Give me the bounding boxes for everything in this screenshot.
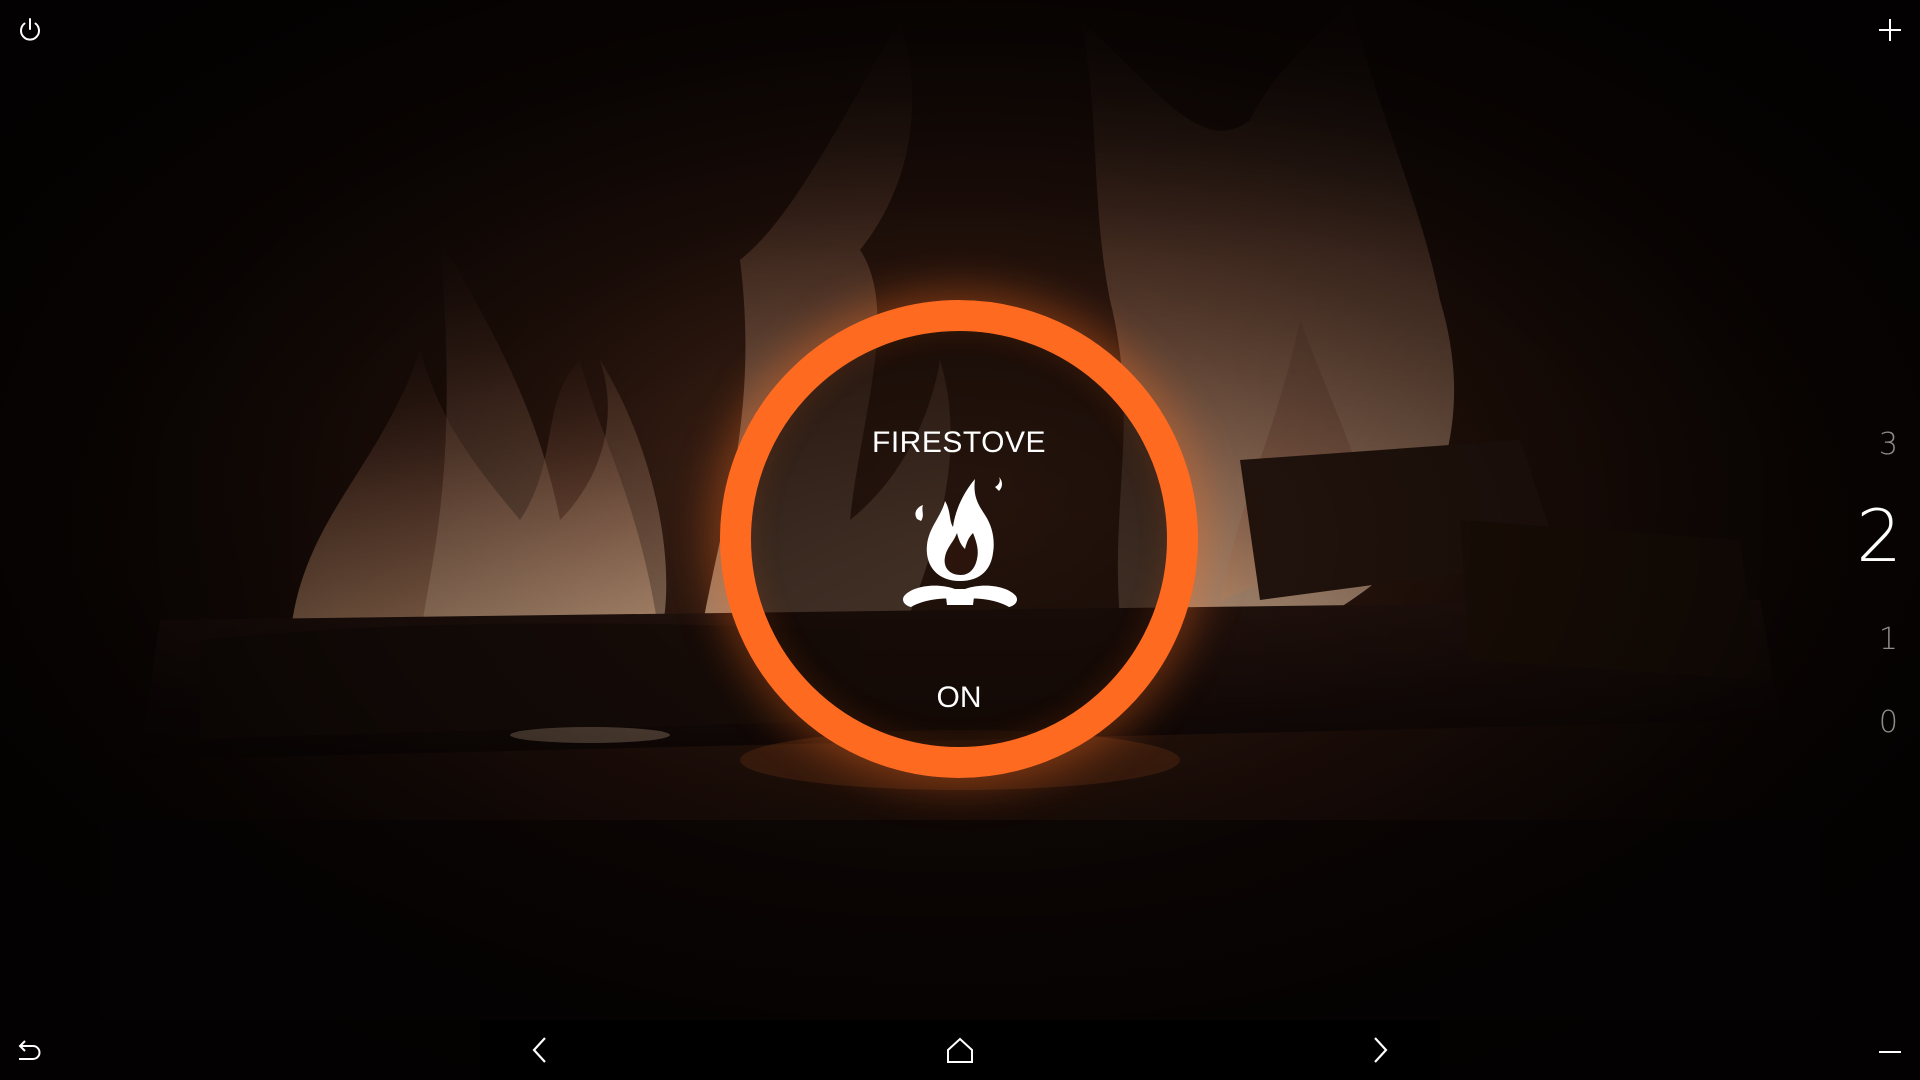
campfire-icon (903, 477, 1017, 607)
back-button[interactable] (0, 1024, 56, 1080)
power-button[interactable] (2, 2, 58, 58)
minus-icon (1879, 1051, 1901, 1053)
previous-button[interactable] (510, 1020, 570, 1080)
firestove-toggle-dial[interactable]: FIRESTOVE ON (720, 300, 1198, 778)
level-option-0[interactable]: 0 (1879, 708, 1898, 738)
device-title: FIRESTOVE (872, 426, 1046, 459)
home-button[interactable] (930, 1020, 990, 1080)
undo-arrow-icon (18, 1040, 41, 1060)
chevron-left-icon (532, 1037, 546, 1063)
bottom-navigation-bar (480, 1020, 1440, 1080)
power-icon (20, 18, 40, 41)
level-selector: 3 2 1 0 (1800, 400, 1920, 760)
level-option-2-selected[interactable]: 2 (1856, 500, 1902, 572)
device-state: ON (936, 681, 982, 714)
increase-level-button[interactable] (1862, 2, 1918, 58)
home-icon (947, 1037, 973, 1063)
plus-icon (1879, 19, 1901, 41)
chevron-right-icon (1374, 1037, 1388, 1063)
firestove-screen: 3 2 1 0 FIRESTOVE ON (0, 0, 1920, 1080)
level-option-3[interactable]: 3 (1879, 430, 1898, 460)
level-option-1[interactable]: 1 (1879, 625, 1898, 655)
next-button[interactable] (1350, 1020, 1410, 1080)
decrease-level-button[interactable] (1862, 1024, 1918, 1080)
